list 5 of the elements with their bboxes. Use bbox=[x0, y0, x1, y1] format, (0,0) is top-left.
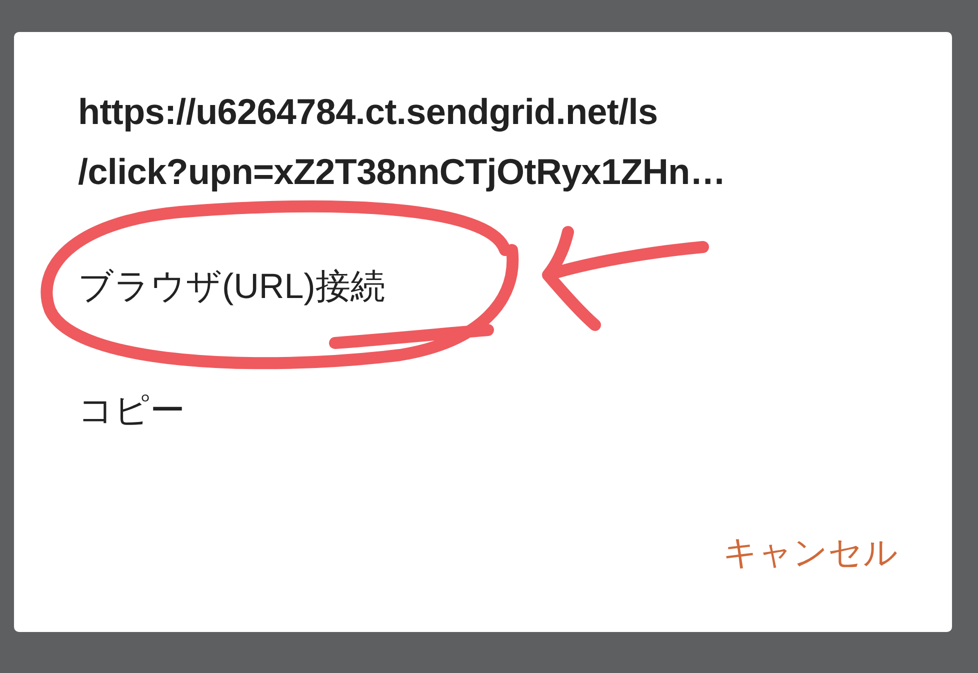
menu-item[interactable]: コピー bbox=[78, 348, 205, 472]
menu-item[interactable]: ブラウザ(URL)接続 bbox=[78, 224, 406, 348]
url-title: https://u6264784.ct.sendgrid.net/ls bbox=[78, 90, 659, 134]
cancel-button[interactable]: キャンセル bbox=[709, 522, 912, 584]
url-title: /click?upn=xZ2T38nnCTjOtRyx1ZHn… bbox=[78, 150, 727, 194]
